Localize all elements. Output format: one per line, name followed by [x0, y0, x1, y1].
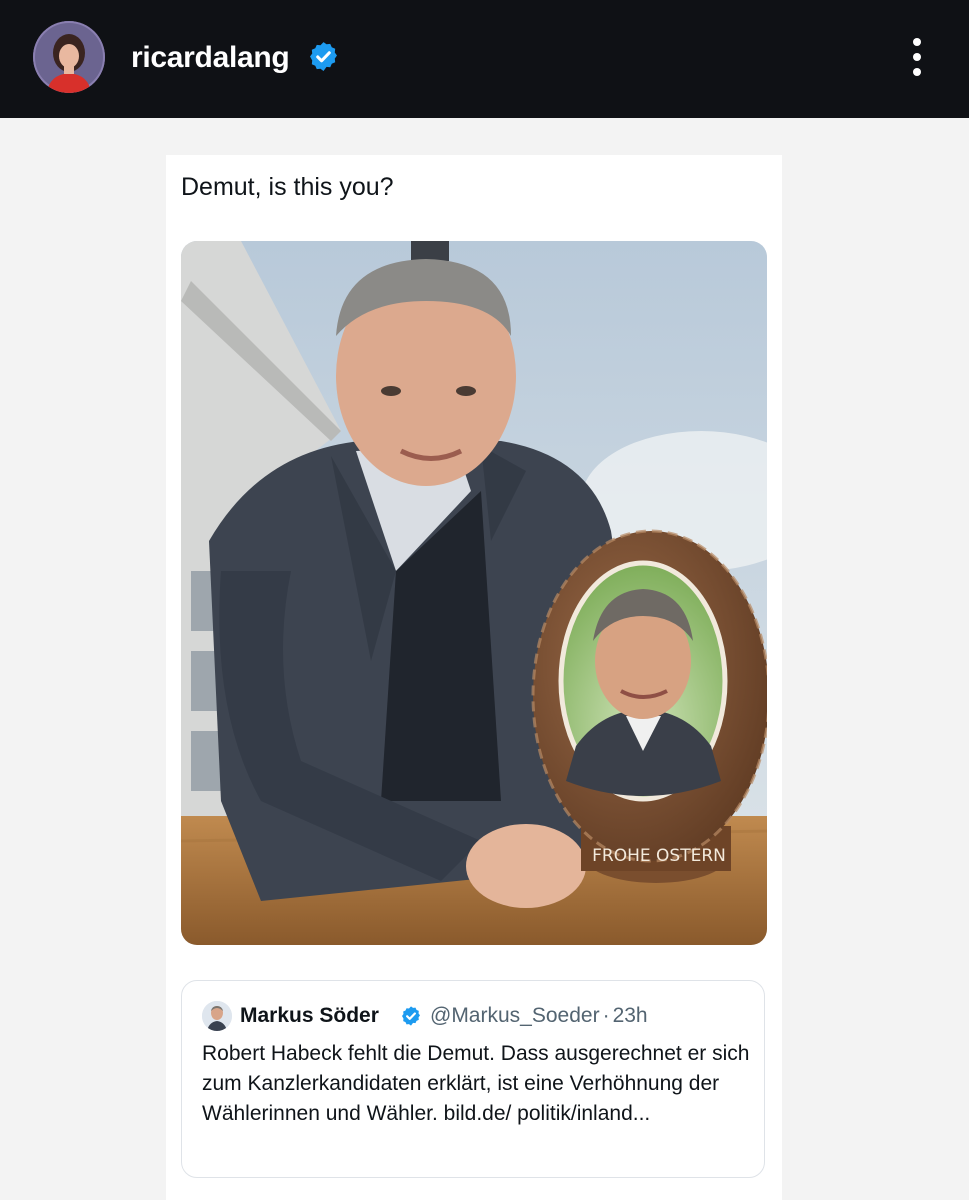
- quoted-tweet-meta: @Markus_Soeder · 23h: [430, 1001, 648, 1031]
- verified-badge-icon: [400, 1005, 422, 1027]
- quoted-tweet-time[interactable]: 23h: [613, 1004, 648, 1027]
- profile-username[interactable]: ricardalang: [131, 38, 290, 78]
- egg-inscription: FROHE OSTERN: [592, 846, 726, 866]
- more-vertical-icon: [913, 38, 921, 46]
- meta-separator: ·: [602, 1004, 610, 1027]
- verified-badge-icon: [307, 40, 340, 73]
- more-options-button[interactable]: [900, 30, 934, 84]
- quoted-tweet-display-name[interactable]: Markus Söder: [240, 1001, 379, 1031]
- quoted-tweet-avatar[interactable]: [202, 1001, 232, 1031]
- menu-dot: [913, 53, 921, 61]
- post-caption: Demut, is this you?: [181, 173, 394, 201]
- quoted-tweet-handle[interactable]: @Markus_Soeder: [430, 1004, 600, 1027]
- post-image[interactable]: FROHE OSTERN: [181, 241, 767, 945]
- quoted-tweet-text: Robert Habeck fehlt die Demut. Dass ausg…: [202, 1042, 750, 1125]
- profile-header: ricardalang: [0, 0, 969, 118]
- profile-avatar[interactable]: [33, 21, 105, 93]
- avatar-image: [33, 21, 105, 93]
- quoted-tweet[interactable]: Markus Söder @Markus_Soeder · 23h Robert H…: [181, 980, 765, 1178]
- avatar-image: [202, 1001, 232, 1031]
- menu-dot: [913, 68, 921, 76]
